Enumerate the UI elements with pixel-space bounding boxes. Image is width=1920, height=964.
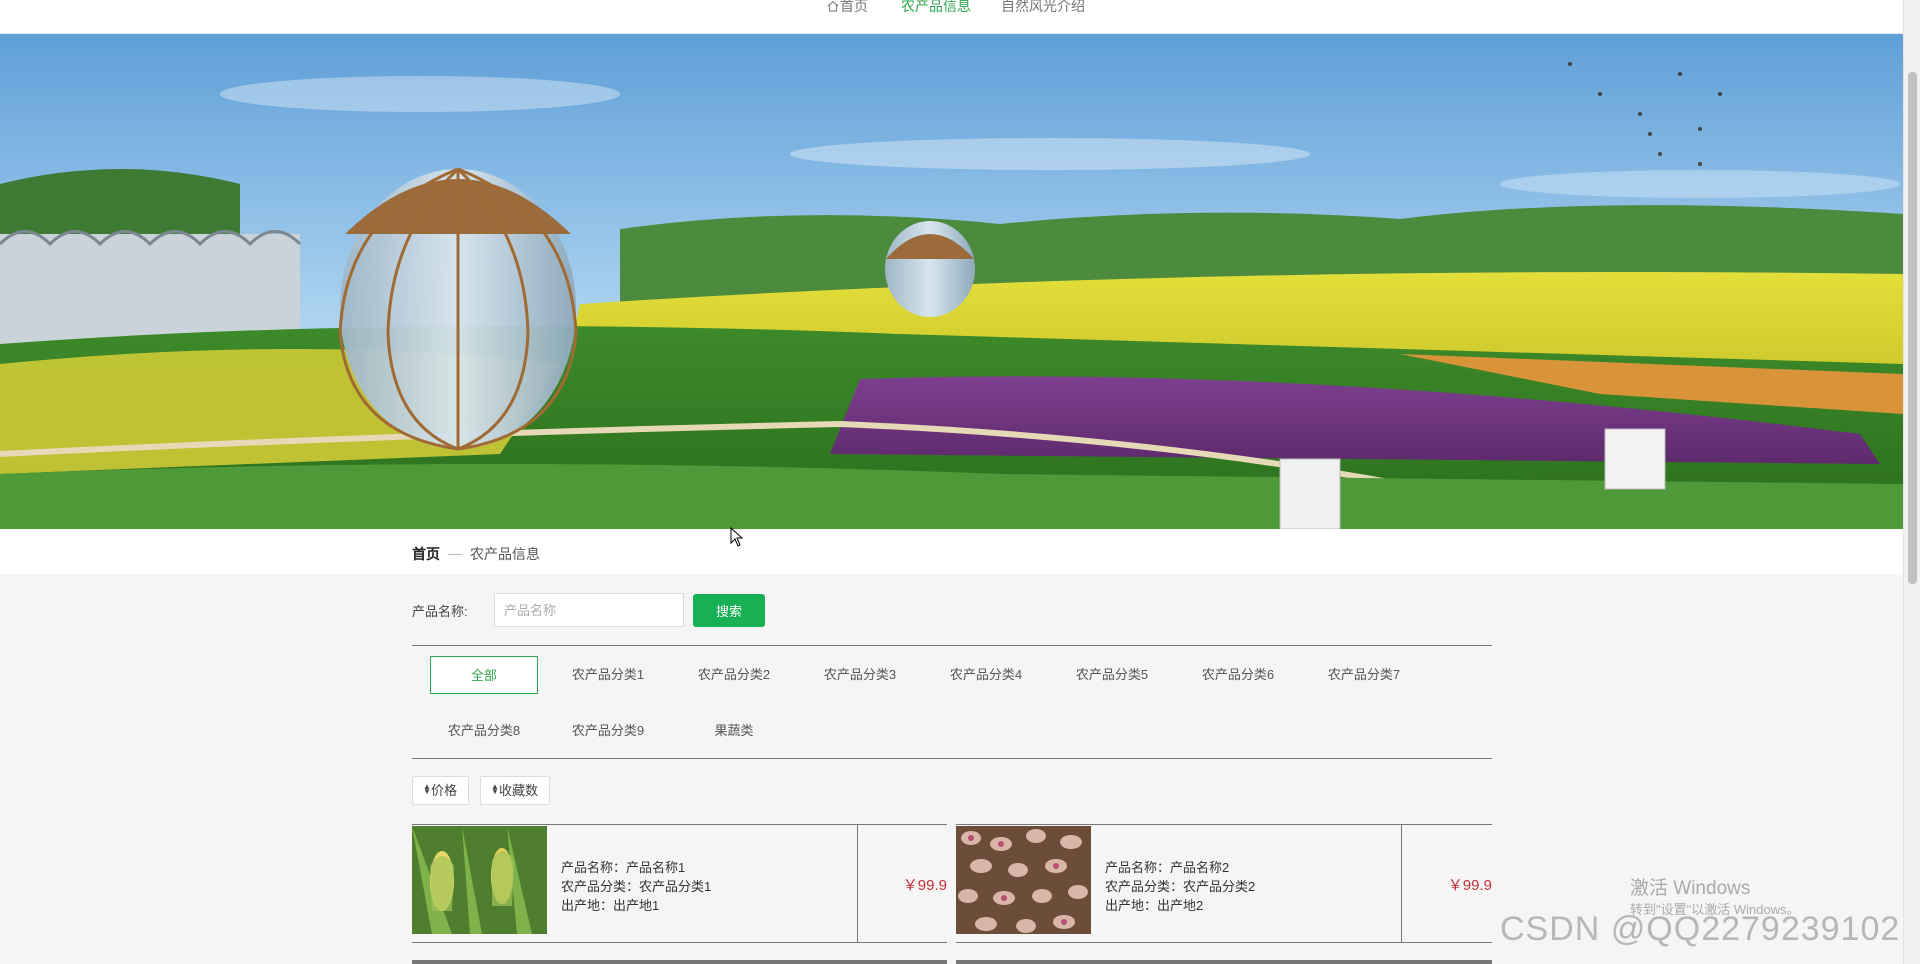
sort-favorites-label: 收藏数: [499, 783, 539, 798]
product-card[interactable]: 产品名称：产品名称1 农产品分类：农产品分类1 出产地：出产地1 ￥99.9: [412, 824, 947, 943]
breadcrumb-home-link[interactable]: 首页: [412, 546, 440, 562]
product-image-beans[interactable]: [956, 826, 1091, 934]
sort-price-button[interactable]: ▲ ▼价格: [412, 776, 469, 805]
card-divider: [1401, 825, 1402, 942]
breadcrumb: 首页 农产品信息: [412, 544, 540, 564]
product-origin: 出产地：出产地1: [561, 898, 660, 913]
nav-home-link[interactable]: 首页: [827, 0, 868, 16]
product-card-partial[interactable]: [956, 960, 1492, 964]
product-category: 农产品分类：农产品分类2: [1105, 879, 1256, 894]
category-item[interactable]: 农产品分类2: [680, 656, 788, 694]
product-info: 产品名称：产品名称1 农产品分类：农产品分类1 出产地：出产地1: [561, 858, 711, 915]
product-price: ￥99.9: [902, 877, 947, 894]
category-item[interactable]: 果蔬类: [680, 712, 788, 750]
category-item[interactable]: 农产品分类8: [430, 712, 538, 750]
nav-nature-link[interactable]: 自然风光介绍: [1001, 0, 1085, 16]
card-divider: [857, 825, 858, 942]
sort-price-label: 价格: [431, 783, 458, 798]
category-item[interactable]: 农产品分类4: [932, 656, 1040, 694]
product-image-corn[interactable]: [412, 826, 547, 934]
nav-products-link[interactable]: 农产品信息: [901, 0, 971, 16]
farm-landscape-image: [0, 34, 1903, 529]
product-info: 产品名称：产品名称2 农产品分类：农产品分类2 出产地：出产地2: [1105, 858, 1255, 915]
product-name: 产品名称：产品名称2: [1105, 860, 1230, 875]
search-button[interactable]: 搜索: [693, 594, 765, 627]
sort-arrows-icon: ▲ ▼: [491, 782, 499, 796]
product-price: ￥99.9: [1447, 877, 1492, 894]
csdn-watermark: CSDN @QQ2279239102: [1500, 910, 1901, 948]
product-origin: 出产地：出产地2: [1105, 898, 1204, 913]
breadcrumb-bar: 首页 农产品信息: [0, 529, 1903, 574]
product-category: 农产品分类：农产品分类1: [561, 879, 712, 894]
category-item[interactable]: 农产品分类7: [1310, 656, 1418, 694]
sort-arrows-icon: ▲ ▼: [423, 782, 431, 796]
product-card[interactable]: 产品名称：产品名称2 农产品分类：农产品分类2 出产地：出产地2 ￥99.9: [956, 824, 1492, 943]
page-scrollbar[interactable]: [1903, 0, 1920, 964]
hero-banner: [0, 34, 1903, 529]
top-nav: 首页 农产品信息 自然风光介绍: [0, 0, 1903, 34]
search-input[interactable]: [494, 593, 684, 627]
category-item[interactable]: 农产品分类5: [1058, 656, 1166, 694]
scrollbar-thumb[interactable]: [1908, 72, 1917, 584]
breadcrumb-separator: [448, 554, 462, 555]
sort-favorites-button[interactable]: ▲ ▼收藏数: [480, 776, 550, 805]
category-item[interactable]: 农产品分类3: [806, 656, 914, 694]
search-label: 产品名称:: [412, 604, 468, 619]
category-item[interactable]: 农产品分类1: [554, 656, 662, 694]
product-name: 产品名称：产品名称1: [561, 860, 686, 875]
product-card-partial[interactable]: [412, 960, 947, 964]
category-filter: 全部 农产品分类1 农产品分类2 农产品分类3 农产品分类4 农产品分类5 农产…: [412, 645, 1492, 759]
home-icon: [827, 0, 839, 12]
nav-home-label: 首页: [840, 0, 868, 14]
windows-activation-title: 激活 Windows: [1630, 878, 1751, 899]
category-all[interactable]: 全部: [430, 656, 538, 694]
category-item[interactable]: 农产品分类6: [1184, 656, 1292, 694]
mouse-cursor-icon: [730, 527, 744, 547]
breadcrumb-current: 农产品信息: [470, 546, 540, 562]
category-item[interactable]: 农产品分类9: [554, 712, 662, 750]
